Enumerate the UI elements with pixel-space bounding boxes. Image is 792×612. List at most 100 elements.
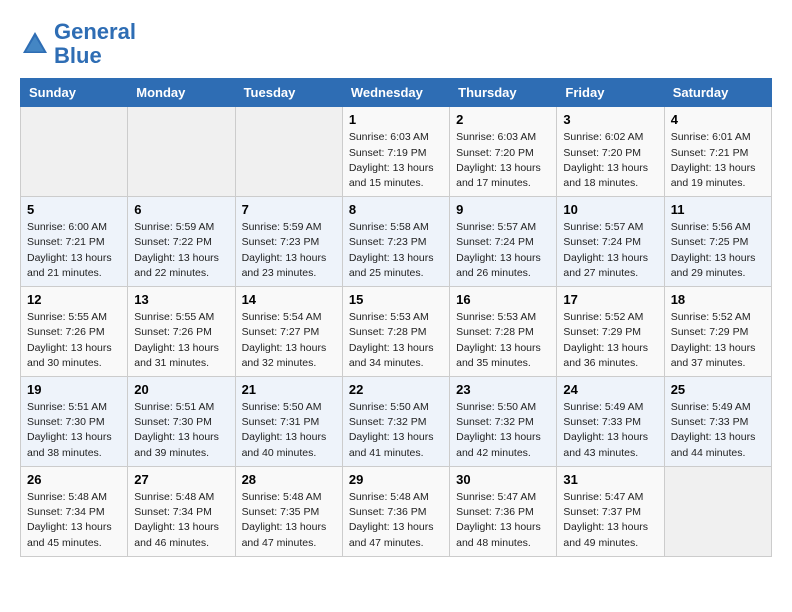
day-number: 11 <box>671 202 765 217</box>
calendar-cell: 15 Sunrise: 5:53 AM Sunset: 7:28 PM Dayli… <box>342 287 449 377</box>
day-info: Sunrise: 5:59 AM Sunset: 7:23 PM Dayligh… <box>242 220 336 281</box>
day-number: 3 <box>563 112 657 127</box>
calendar-cell: 19 Sunrise: 5:51 AM Sunset: 7:30 PM Dayli… <box>21 377 128 467</box>
day-info: Sunrise: 6:02 AM Sunset: 7:20 PM Dayligh… <box>563 130 657 191</box>
calendar-table: SundayMondayTuesdayWednesdayThursdayFrid… <box>20 78 772 556</box>
calendar-cell: 28 Sunrise: 5:48 AM Sunset: 7:35 PM Dayli… <box>235 466 342 556</box>
calendar-cell: 14 Sunrise: 5:54 AM Sunset: 7:27 PM Dayli… <box>235 287 342 377</box>
day-number: 8 <box>349 202 443 217</box>
day-number: 17 <box>563 292 657 307</box>
calendar-cell <box>21 107 128 197</box>
calendar-cell: 16 Sunrise: 5:53 AM Sunset: 7:28 PM Dayli… <box>450 287 557 377</box>
calendar-cell: 13Sunrise: 5:55 AM Sunset: 7:26 PM Dayli… <box>128 287 235 377</box>
day-number: 9 <box>456 202 550 217</box>
logo-text: General Blue <box>54 20 136 68</box>
day-info: Sunrise: 5:57 AM Sunset: 7:24 PM Dayligh… <box>563 220 657 281</box>
day-number: 16 <box>456 292 550 307</box>
day-info: Sunrise: 5:58 AM Sunset: 7:23 PM Dayligh… <box>349 220 443 281</box>
calendar-cell: 9 Sunrise: 5:57 AM Sunset: 7:24 PM Daylig… <box>450 197 557 287</box>
calendar-cell: 26 Sunrise: 5:48 AM Sunset: 7:34 PM Dayli… <box>21 466 128 556</box>
day-number: 22 <box>349 382 443 397</box>
day-number: 2 <box>456 112 550 127</box>
calendar-cell: 20 Sunrise: 5:51 AM Sunset: 7:30 PM Dayli… <box>128 377 235 467</box>
calendar-cell: 23Sunrise: 5:50 AM Sunset: 7:32 PM Dayli… <box>450 377 557 467</box>
calendar-week-3: 12 Sunrise: 5:55 AM Sunset: 7:26 PM Dayli… <box>21 287 772 377</box>
calendar-cell <box>664 466 771 556</box>
day-info: Sunrise: 5:48 AM Sunset: 7:36 PM Dayligh… <box>349 490 443 551</box>
day-number: 29 <box>349 472 443 487</box>
day-number: 4 <box>671 112 765 127</box>
calendar-cell: 12 Sunrise: 5:55 AM Sunset: 7:26 PM Dayli… <box>21 287 128 377</box>
day-number: 23 <box>456 382 550 397</box>
logo: General Blue <box>20 20 136 68</box>
calendar-cell: 22 Sunrise: 5:50 AM Sunset: 7:32 PM Dayli… <box>342 377 449 467</box>
day-info: Sunrise: 5:48 AM Sunset: 7:34 PM Dayligh… <box>134 490 228 551</box>
day-header-sunday: Sunday <box>21 79 128 107</box>
calendar-cell: 17 Sunrise: 5:52 AM Sunset: 7:29 PM Dayli… <box>557 287 664 377</box>
day-header-tuesday: Tuesday <box>235 79 342 107</box>
calendar-cell <box>128 107 235 197</box>
day-info: Sunrise: 6:00 AM Sunset: 7:21 PM Dayligh… <box>27 220 121 281</box>
day-info: Sunrise: 5:51 AM Sunset: 7:30 PM Dayligh… <box>27 400 121 461</box>
calendar-cell: 11Sunrise: 5:56 AM Sunset: 7:25 PM Dayli… <box>664 197 771 287</box>
day-info: Sunrise: 5:47 AM Sunset: 7:36 PM Dayligh… <box>456 490 550 551</box>
calendar-cell: 31 Sunrise: 5:47 AM Sunset: 7:37 PM Dayli… <box>557 466 664 556</box>
day-number: 19 <box>27 382 121 397</box>
day-info: Sunrise: 5:55 AM Sunset: 7:26 PM Dayligh… <box>27 310 121 371</box>
calendar-cell: 29 Sunrise: 5:48 AM Sunset: 7:36 PM Dayli… <box>342 466 449 556</box>
day-info: Sunrise: 5:53 AM Sunset: 7:28 PM Dayligh… <box>349 310 443 371</box>
day-info: Sunrise: 5:53 AM Sunset: 7:28 PM Dayligh… <box>456 310 550 371</box>
calendar-cell: 10 Sunrise: 5:57 AM Sunset: 7:24 PM Dayli… <box>557 197 664 287</box>
calendar-week-2: 5 Sunrise: 6:00 AM Sunset: 7:21 PM Daylig… <box>21 197 772 287</box>
day-number: 1 <box>349 112 443 127</box>
day-number: 18 <box>671 292 765 307</box>
day-number: 25 <box>671 382 765 397</box>
day-info: Sunrise: 5:54 AM Sunset: 7:27 PM Dayligh… <box>242 310 336 371</box>
calendar-cell: 27 Sunrise: 5:48 AM Sunset: 7:34 PM Dayli… <box>128 466 235 556</box>
day-number: 31 <box>563 472 657 487</box>
day-number: 7 <box>242 202 336 217</box>
day-number: 12 <box>27 292 121 307</box>
day-info: Sunrise: 5:55 AM Sunset: 7:26 PM Dayligh… <box>134 310 228 371</box>
calendar-cell: 24 Sunrise: 5:49 AM Sunset: 7:33 PM Dayli… <box>557 377 664 467</box>
day-info: Sunrise: 5:49 AM Sunset: 7:33 PM Dayligh… <box>563 400 657 461</box>
logo-icon <box>20 29 50 59</box>
day-info: Sunrise: 5:50 AM Sunset: 7:32 PM Dayligh… <box>349 400 443 461</box>
day-info: Sunrise: 5:57 AM Sunset: 7:24 PM Dayligh… <box>456 220 550 281</box>
calendar-cell: 21 Sunrise: 5:50 AM Sunset: 7:31 PM Dayli… <box>235 377 342 467</box>
day-info: Sunrise: 6:03 AM Sunset: 7:20 PM Dayligh… <box>456 130 550 191</box>
day-info: Sunrise: 5:50 AM Sunset: 7:31 PM Dayligh… <box>242 400 336 461</box>
day-header-saturday: Saturday <box>664 79 771 107</box>
day-number: 24 <box>563 382 657 397</box>
day-number: 21 <box>242 382 336 397</box>
day-number: 6 <box>134 202 228 217</box>
day-number: 20 <box>134 382 228 397</box>
day-info: Sunrise: 5:51 AM Sunset: 7:30 PM Dayligh… <box>134 400 228 461</box>
day-number: 5 <box>27 202 121 217</box>
day-number: 14 <box>242 292 336 307</box>
day-info: Sunrise: 5:48 AM Sunset: 7:35 PM Dayligh… <box>242 490 336 551</box>
day-number: 30 <box>456 472 550 487</box>
day-number: 15 <box>349 292 443 307</box>
calendar-cell: 25 Sunrise: 5:49 AM Sunset: 7:33 PM Dayli… <box>664 377 771 467</box>
day-info: Sunrise: 5:47 AM Sunset: 7:37 PM Dayligh… <box>563 490 657 551</box>
day-info: Sunrise: 5:52 AM Sunset: 7:29 PM Dayligh… <box>563 310 657 371</box>
day-info: Sunrise: 5:48 AM Sunset: 7:34 PM Dayligh… <box>27 490 121 551</box>
calendar-cell: 6 Sunrise: 5:59 AM Sunset: 7:22 PM Daylig… <box>128 197 235 287</box>
day-header-wednesday: Wednesday <box>342 79 449 107</box>
day-number: 26 <box>27 472 121 487</box>
day-info: Sunrise: 5:59 AM Sunset: 7:22 PM Dayligh… <box>134 220 228 281</box>
day-number: 10 <box>563 202 657 217</box>
calendar-cell: 4Sunrise: 6:01 AM Sunset: 7:21 PM Daylig… <box>664 107 771 197</box>
day-header-friday: Friday <box>557 79 664 107</box>
calendar-week-4: 19 Sunrise: 5:51 AM Sunset: 7:30 PM Dayli… <box>21 377 772 467</box>
calendar-cell: 30 Sunrise: 5:47 AM Sunset: 7:36 PM Dayli… <box>450 466 557 556</box>
day-info: Sunrise: 5:52 AM Sunset: 7:29 PM Dayligh… <box>671 310 765 371</box>
day-number: 27 <box>134 472 228 487</box>
calendar-cell: 3 Sunrise: 6:02 AM Sunset: 7:20 PM Daylig… <box>557 107 664 197</box>
day-header-monday: Monday <box>128 79 235 107</box>
day-number: 28 <box>242 472 336 487</box>
calendar-week-1: 1Sunrise: 6:03 AM Sunset: 7:19 PM Daylig… <box>21 107 772 197</box>
day-info: Sunrise: 5:49 AM Sunset: 7:33 PM Dayligh… <box>671 400 765 461</box>
calendar-cell: 8 Sunrise: 5:58 AM Sunset: 7:23 PM Daylig… <box>342 197 449 287</box>
